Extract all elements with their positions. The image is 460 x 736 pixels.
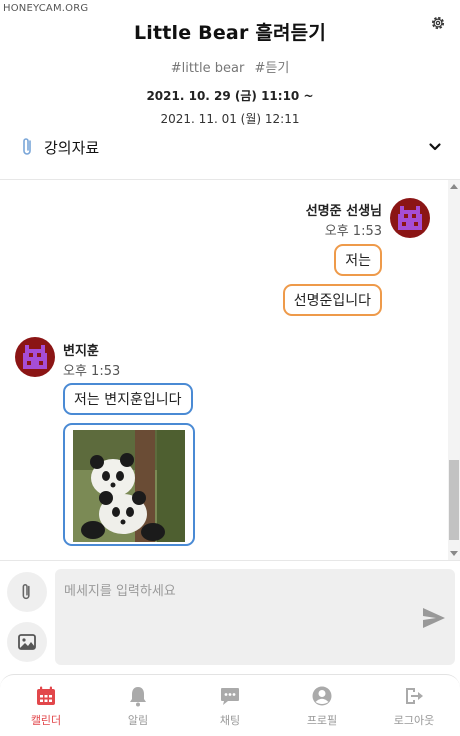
- profile-icon: [312, 686, 332, 706]
- tag-item[interactable]: #듣기: [254, 61, 289, 76]
- bell-icon: [130, 687, 146, 707]
- page-title: Little Bear 흘려듣기: [133, 22, 327, 44]
- attach-image-button[interactable]: [7, 622, 47, 662]
- tag-list: #little bear #듣기: [0, 57, 460, 76]
- student-avatar: [15, 337, 55, 377]
- watermark: HONEYCAM.ORG: [3, 3, 89, 14]
- teacher-time: 오후 1:53: [324, 224, 382, 239]
- teacher-name: 선명준 선생님: [305, 204, 382, 219]
- message-bubble: 저는: [334, 244, 382, 276]
- tab-label: 로그아웃: [393, 714, 435, 727]
- tab-calendar[interactable]: 캘린더: [0, 675, 92, 736]
- tab-label: 프로필: [306, 714, 338, 727]
- tab-logout[interactable]: 로그아웃: [368, 675, 460, 736]
- chat-icon: [221, 688, 239, 705]
- tab-chat[interactable]: 채팅: [184, 675, 276, 736]
- page-header: Little Bear 흘려듣기 #little bear #듣기 2021. …: [0, 0, 460, 127]
- image-message[interactable]: [63, 423, 195, 546]
- paperclip-icon: [22, 583, 30, 600]
- materials-label: 강의자료: [44, 138, 100, 157]
- message-input[interactable]: [55, 569, 455, 665]
- chat-area[interactable]: 선명준 선생님 오후 1:53 저는 선명준입니다 변지훈 오후 1:53 저는…: [0, 179, 460, 561]
- scroll-down-icon[interactable]: [450, 551, 458, 556]
- scroll-up-icon[interactable]: [450, 184, 458, 189]
- calendar-icon: [37, 686, 55, 705]
- tab-label: 알림: [127, 714, 149, 727]
- paperclip-icon: [23, 138, 31, 155]
- student-name: 변지훈: [63, 344, 99, 359]
- teacher-avatar: [390, 198, 430, 238]
- attach-file-button[interactable]: [7, 572, 47, 612]
- panda-photo[interactable]: [73, 430, 185, 542]
- start-date: 2021. 10. 29 (금) 11:10 ~: [146, 89, 314, 103]
- avatar-pixel-icon: [398, 206, 422, 230]
- tab-label: 캘린더: [30, 714, 62, 727]
- tag-item[interactable]: #little bear: [171, 61, 245, 76]
- chevron-down-icon[interactable]: [428, 140, 442, 154]
- tab-notifications[interactable]: 알림: [92, 675, 184, 736]
- materials-dropdown[interactable]: 강의자료: [0, 130, 460, 164]
- image-icon: [18, 634, 36, 650]
- message-composer: [0, 562, 460, 672]
- chat-scrollbar[interactable]: [448, 180, 460, 560]
- logout-icon: [406, 688, 423, 704]
- student-time: 오후 1:53: [63, 364, 121, 379]
- message-bubble: 선명준입니다: [282, 284, 382, 316]
- avatar-pixel-icon: [23, 345, 47, 369]
- scrollbar-thumb[interactable]: [449, 460, 459, 540]
- tab-profile[interactable]: 프로필: [276, 675, 368, 736]
- end-date: 2021. 11. 01 (월) 12:11: [160, 112, 300, 126]
- bottom-tab-bar: 캘린더 알림 채팅 프로필 로그아웃: [0, 674, 460, 736]
- send-icon[interactable]: [421, 606, 447, 630]
- tab-label: 채팅: [219, 714, 241, 727]
- gear-icon[interactable]: [429, 14, 447, 32]
- message-bubble: 저는 변지훈입니다: [63, 383, 193, 415]
